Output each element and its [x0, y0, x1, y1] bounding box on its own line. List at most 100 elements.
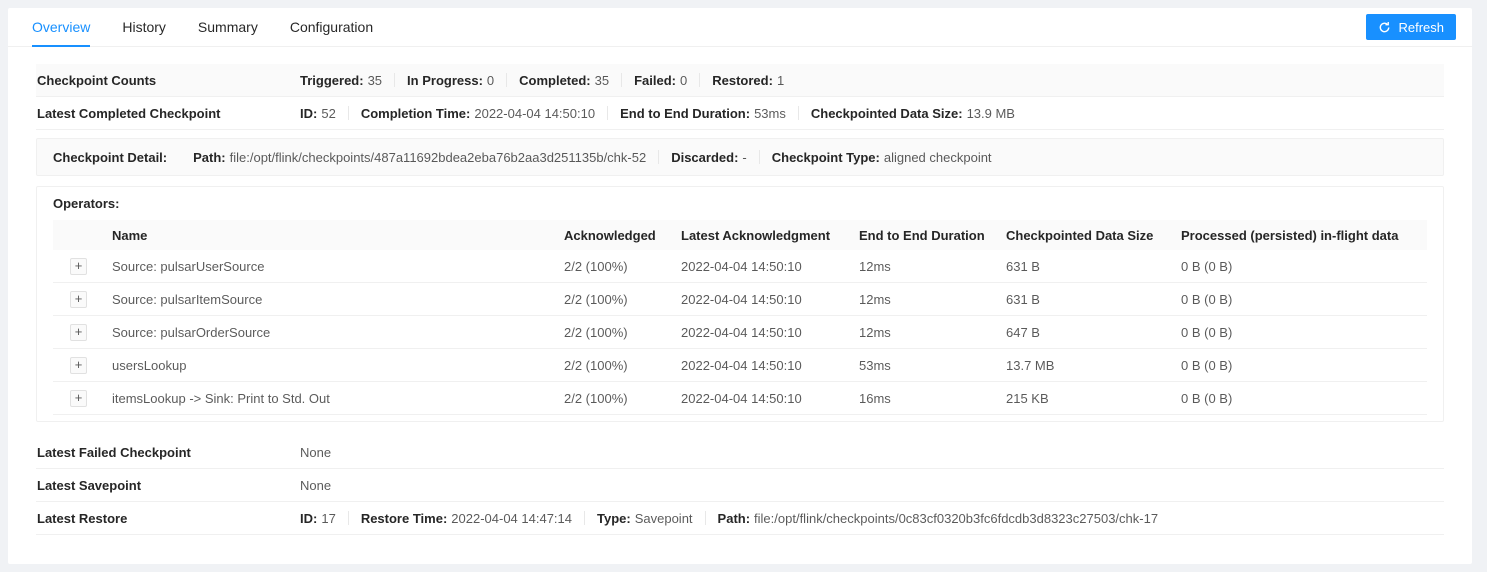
row-latest-failed-checkpoint: Latest Failed Checkpoint None	[36, 436, 1444, 469]
cell-data-size: 647 B	[1006, 324, 1040, 340]
divider	[658, 150, 660, 164]
checkpoint-detail-label: Checkpoint Detail:	[53, 149, 168, 165]
operator-name: Source: pulsarItemSource	[112, 291, 263, 307]
expand-row-icon[interactable]: +	[70, 290, 87, 308]
tab-overview[interactable]: Overview	[32, 8, 91, 47]
row-label: Latest Completed Checkpoint	[37, 105, 221, 121]
stat-data-size: Checkpointed Data Size: 13.9 MB	[810, 105, 1015, 121]
tab-configuration[interactable]: Configuration	[290, 8, 373, 46]
divider	[347, 511, 349, 525]
detail-discarded: Discarded: -	[671, 149, 747, 165]
divider	[394, 73, 396, 87]
divider	[621, 73, 623, 87]
cell-latest-ack: 2022-04-04 14:50:10	[681, 324, 802, 340]
cell-latest-ack: 2022-04-04 14:50:10	[681, 357, 802, 373]
column-header-name: Name	[104, 228, 556, 243]
row-latest-completed-checkpoint: Latest Completed Checkpoint ID: 52 Comple…	[36, 97, 1444, 130]
cell-inflight: 0 B (0 B)	[1181, 324, 1233, 340]
row-label: Latest Savepoint	[37, 477, 142, 493]
cell-data-size: 631 B	[1006, 291, 1040, 307]
operator-name: usersLookup	[112, 357, 187, 373]
column-header-inflight: Processed (persisted) in-flight data	[1173, 228, 1427, 243]
row-label: Checkpoint Counts	[37, 72, 157, 88]
stat-id: ID: 52	[300, 105, 336, 121]
table-row: + Source: pulsarOrderSource 2/2 (100%) 2…	[53, 316, 1427, 349]
cell-latest-ack: 2022-04-04 14:50:10	[681, 390, 802, 406]
row-label: Latest Failed Checkpoint	[37, 444, 191, 460]
divider	[607, 106, 609, 120]
tab-bar: Overview History Summary Configuration R…	[8, 8, 1472, 47]
expand-row-icon[interactable]: +	[70, 389, 87, 407]
column-header-latest-acknowledgment: Latest Acknowledgment	[673, 228, 851, 243]
tab-history[interactable]: History	[122, 8, 166, 46]
cell-e2e-duration: 12ms	[859, 291, 891, 307]
overview-content: Checkpoint Counts Triggered: 35 In Progre…	[8, 47, 1472, 535]
table-row: + Source: pulsarUserSource 2/2 (100%) 20…	[53, 250, 1427, 283]
operators-box: Operators: Name Acknowledged Latest Ackn…	[36, 186, 1444, 422]
operators-title: Operators:	[53, 196, 120, 211]
stat-in-progress: In Progress: 0	[407, 72, 495, 88]
cell-inflight: 0 B (0 B)	[1181, 357, 1233, 373]
detail-checkpoint-type: Checkpoint Type: aligned checkpoint	[771, 149, 992, 165]
cell-data-size: 631 B	[1006, 258, 1040, 274]
footer-rows: Latest Failed Checkpoint None Latest Sav…	[36, 436, 1444, 535]
cell-e2e-duration: 12ms	[859, 258, 891, 274]
restore-time: Restore Time: 2022-04-04 14:47:14	[360, 510, 572, 526]
stat-e2e-duration: End to End Duration: 53ms	[620, 105, 786, 121]
stat-restored: Restored: 1	[712, 72, 785, 88]
divider	[584, 511, 585, 525]
divider	[699, 73, 701, 87]
divider	[347, 106, 349, 120]
row-latest-restore: Latest Restore ID: 17 Restore Time: 2022-0…	[36, 502, 1444, 535]
restore-path: Path: file:/opt/flink/checkpoints/0c83cf0…	[717, 510, 1159, 526]
sync-icon	[1378, 21, 1391, 34]
column-header-e2e-duration: End to End Duration	[851, 228, 998, 243]
table-row: + usersLookup 2/2 (100%) 2022-04-04 14:5…	[53, 349, 1427, 382]
cell-latest-ack: 2022-04-04 14:50:10	[681, 258, 802, 274]
expand-row-icon[interactable]: +	[70, 323, 87, 341]
latest-failed-value: None	[300, 444, 332, 460]
expand-row-icon[interactable]: +	[70, 356, 87, 374]
divider	[704, 511, 706, 525]
cell-inflight: 0 B (0 B)	[1181, 258, 1233, 274]
operator-name: Source: pulsarUserSource	[112, 258, 265, 274]
operator-name: Source: pulsarOrderSource	[112, 324, 271, 340]
cell-inflight: 0 B (0 B)	[1181, 390, 1233, 406]
stat-failed: Failed: 0	[634, 72, 688, 88]
cell-e2e-duration: 12ms	[859, 324, 891, 340]
table-row: + itemsLookup -> Sink: Print to Std. Out…	[53, 382, 1427, 415]
divider	[506, 73, 508, 87]
cell-acknowledged: 2/2 (100%)	[564, 324, 628, 340]
stat-completed: Completed: 35	[519, 72, 610, 88]
row-checkpoint-counts: Checkpoint Counts Triggered: 35 In Progre…	[36, 64, 1444, 97]
refresh-button[interactable]: Refresh	[1366, 14, 1456, 40]
cell-inflight: 0 B (0 B)	[1181, 291, 1233, 307]
restore-id: ID: 17	[300, 510, 336, 526]
stat-triggered: Triggered: 35	[300, 72, 383, 88]
cell-e2e-duration: 53ms	[859, 357, 891, 373]
cell-latest-ack: 2022-04-04 14:50:10	[681, 291, 802, 307]
row-latest-savepoint: Latest Savepoint None	[36, 469, 1444, 502]
column-header-acknowledged: Acknowledged	[556, 228, 673, 243]
table-row: + Source: pulsarItemSource 2/2 (100%) 20…	[53, 283, 1427, 316]
detail-path: Path: file:/opt/flink/checkpoints/487a116…	[193, 149, 647, 165]
divider	[758, 150, 760, 164]
operators-table-header: Name Acknowledged Latest Acknowledgment …	[53, 220, 1427, 250]
latest-savepoint-value: None	[300, 477, 332, 493]
operator-name: itemsLookup -> Sink: Print to Std. Out	[112, 390, 330, 406]
stat-completion-time: Completion Time: 2022-04-04 14:50:10	[360, 105, 596, 121]
checkpoints-panel: Overview History Summary Configuration R…	[8, 8, 1472, 564]
checkpoint-detail-box: Checkpoint Detail: Path: file:/opt/flink/…	[36, 138, 1444, 176]
tab-summary[interactable]: Summary	[198, 8, 258, 46]
expand-row-icon[interactable]: +	[70, 257, 87, 275]
cell-acknowledged: 2/2 (100%)	[564, 291, 628, 307]
row-label: Latest Restore	[37, 510, 128, 526]
cell-data-size: 13.7 MB	[1006, 357, 1055, 373]
cell-e2e-duration: 16ms	[859, 390, 891, 406]
cell-data-size: 215 KB	[1006, 390, 1049, 406]
cell-acknowledged: 2/2 (100%)	[564, 258, 628, 274]
refresh-label: Refresh	[1398, 19, 1444, 35]
restore-type: Type: Savepoint	[597, 510, 693, 526]
divider	[797, 106, 799, 120]
cell-acknowledged: 2/2 (100%)	[564, 357, 628, 373]
